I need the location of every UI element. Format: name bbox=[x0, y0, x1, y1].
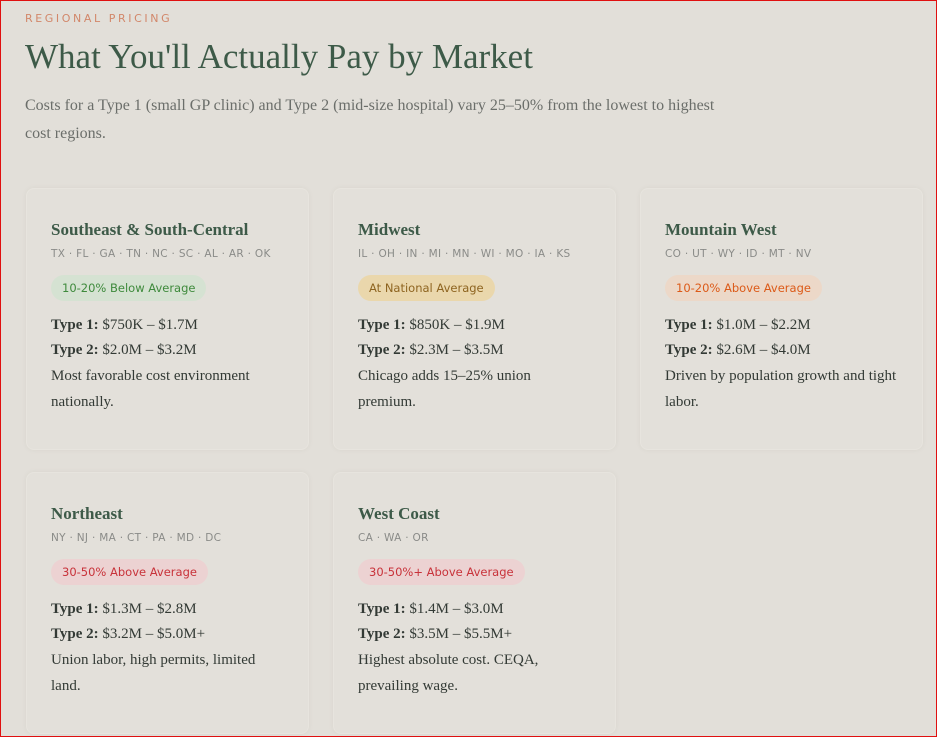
region-states: TX · FL · GA · TN · NC · SC · AL · AR · … bbox=[51, 248, 271, 260]
region-states: CO · UT · WY · ID · MT · NV bbox=[665, 248, 812, 260]
type1-label: Type 1: bbox=[665, 317, 713, 333]
region-card-northeast: Northeast NY · NJ · MA · CT · PA · MD · … bbox=[26, 472, 309, 734]
type1-value: $1.4M – $3.0M bbox=[409, 601, 504, 617]
page-subtitle: Costs for a Type 1 (small GP clinic) and… bbox=[25, 97, 715, 142]
type1-value: $850K – $1.9M bbox=[409, 317, 505, 333]
type2-price: Type 2: $2.6M – $4.0M bbox=[665, 338, 898, 363]
type1-price: Type 1: $850K – $1.9M bbox=[358, 313, 591, 338]
type2-price: Type 2: $2.0M – $3.2M bbox=[51, 338, 284, 363]
type2-label: Type 2: bbox=[665, 342, 713, 358]
cost-badge: At National Average bbox=[358, 275, 495, 301]
type2-price: Type 2: $3.5M – $5.5M+ bbox=[358, 622, 591, 647]
page-title: What You'll Actually Pay by Market bbox=[25, 37, 533, 76]
type1-label: Type 1: bbox=[51, 317, 99, 333]
region-card-southeast: Southeast & South-Central TX · FL · GA ·… bbox=[26, 188, 309, 450]
type1-value: $1.3M – $2.8M bbox=[102, 601, 197, 617]
section-eyebrow: Regional Pricing bbox=[25, 12, 173, 25]
cost-badge: 10-20% Above Average bbox=[665, 275, 822, 301]
type1-price: Type 1: $1.4M – $3.0M bbox=[358, 597, 591, 622]
type2-label: Type 2: bbox=[51, 626, 99, 642]
type1-price: Type 1: $1.0M – $2.2M bbox=[665, 313, 898, 338]
type2-price: Type 2: $3.2M – $5.0M+ bbox=[51, 622, 284, 647]
type1-label: Type 1: bbox=[51, 601, 99, 617]
region-name: West Coast bbox=[358, 504, 440, 523]
region-card-grid: Southeast & South-Central TX · FL · GA ·… bbox=[26, 188, 923, 734]
type2-value: $2.6M – $4.0M bbox=[716, 342, 811, 358]
region-note: Most favorable cost environment national… bbox=[51, 368, 250, 410]
type2-price: Type 2: $2.3M – $3.5M bbox=[358, 338, 591, 363]
type2-label: Type 2: bbox=[358, 342, 406, 358]
region-states: CA · WA · OR bbox=[358, 532, 429, 544]
type2-value: $2.0M – $3.2M bbox=[102, 342, 197, 358]
type2-value: $3.2M – $5.0M+ bbox=[102, 626, 206, 642]
region-note: Union labor, high permits, limited land. bbox=[51, 652, 256, 694]
cost-badge: 10-20% Below Average bbox=[51, 275, 207, 301]
region-card-west-coast: West Coast CA · WA · OR 30-50%+ Above Av… bbox=[333, 472, 616, 734]
type1-value: $750K – $1.7M bbox=[102, 317, 198, 333]
region-card-mountain-west: Mountain West CO · UT · WY · ID · MT · N… bbox=[640, 188, 923, 450]
cost-badge: 30-50%+ Above Average bbox=[358, 559, 525, 585]
type1-label: Type 1: bbox=[358, 601, 406, 617]
region-states: IL · OH · IN · MI · MN · WI · MO · IA · … bbox=[358, 248, 571, 260]
type1-value: $1.0M – $2.2M bbox=[716, 317, 811, 333]
region-name: Mountain West bbox=[665, 220, 777, 239]
type2-label: Type 2: bbox=[51, 342, 99, 358]
region-name: Northeast bbox=[51, 504, 123, 523]
type1-price: Type 1: $1.3M – $2.8M bbox=[51, 597, 284, 622]
type2-value: $2.3M – $3.5M bbox=[409, 342, 504, 358]
region-states: NY · NJ · MA · CT · PA · MD · DC bbox=[51, 532, 222, 544]
region-note: Driven by population growth and tight la… bbox=[665, 368, 897, 410]
cost-badge: 30-50% Above Average bbox=[51, 559, 208, 585]
type1-price: Type 1: $750K – $1.7M bbox=[51, 313, 284, 338]
type1-label: Type 1: bbox=[358, 317, 406, 333]
type2-value: $3.5M – $5.5M+ bbox=[409, 626, 513, 642]
region-name: Southeast & South-Central bbox=[51, 220, 249, 239]
region-card-midwest: Midwest IL · OH · IN · MI · MN · WI · MO… bbox=[333, 188, 616, 450]
region-note: Highest absolute cost. CEQA, prevailing … bbox=[358, 652, 539, 694]
region-note: Chicago adds 15–25% union premium. bbox=[358, 368, 531, 410]
type2-label: Type 2: bbox=[358, 626, 406, 642]
region-name: Midwest bbox=[358, 220, 421, 239]
